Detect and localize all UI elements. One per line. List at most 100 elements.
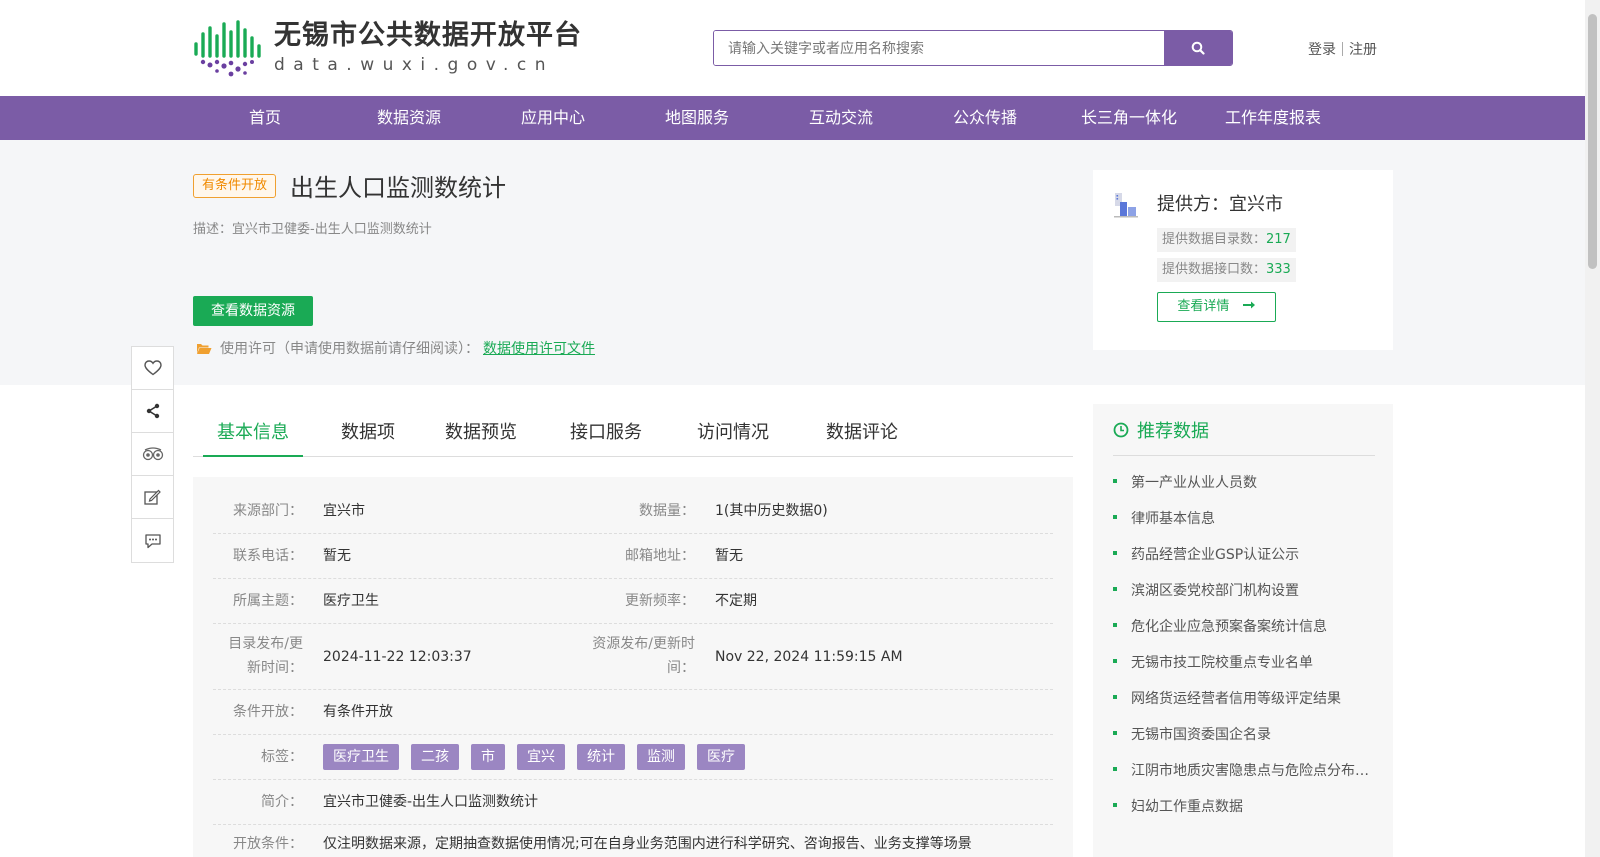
view-eyes-icon: [142, 447, 163, 461]
data-volume-value: 1(其中历史数据0): [715, 503, 828, 519]
source-dept-label: 来源部门：: [233, 503, 303, 519]
register-link[interactable]: 注册: [1349, 39, 1377, 59]
nav-item-annual-report[interactable]: 工作年度报表: [1201, 96, 1345, 140]
logo-title: 无锡市公共数据开放平台: [274, 20, 582, 51]
tags-label: 标签：: [261, 749, 303, 765]
recommend-item[interactable]: 无锡市技工院校重点专业名单: [1113, 652, 1375, 672]
info-row: 开放条件： 仅注明数据来源，定期抽查数据使用情况;可在自身业务范围内进行科学研究…: [213, 825, 1053, 857]
tab-api-service[interactable]: 接口服务: [563, 410, 649, 457]
recommend-item[interactable]: 网络货运经营者信用等级评定结果: [1113, 688, 1375, 708]
share-button[interactable]: [132, 390, 173, 433]
resource-time-value: Nov 22, 2024 11:59:15 AM: [715, 649, 903, 665]
license-file-link[interactable]: 数据使用许可文件: [483, 338, 595, 358]
bullet-icon: [1113, 731, 1117, 735]
recommend-item[interactable]: 第一产业从业人员数: [1113, 472, 1375, 492]
provider-api-stat: 提供数据接口数：333: [1157, 258, 1296, 282]
view-count-button[interactable]: [132, 433, 173, 476]
catalog-time-label-line1: 目录发布/更: [228, 636, 303, 652]
site-logo[interactable]: 无锡市公共数据开放平台 data.wuxi.gov.cn: [192, 18, 582, 78]
provider-detail-label: 查看详情: [1177, 299, 1230, 314]
info-row: 简介： 宜兴市卫健委-出生人口监测数统计: [213, 780, 1053, 825]
catalog-time-label-line2: 新时间：: [247, 660, 303, 676]
api-count-label: 提供数据接口数：: [1162, 262, 1267, 277]
nav-item-yangtze-delta[interactable]: 长三角一体化: [1057, 96, 1201, 140]
tag[interactable]: 医疗卫生: [323, 744, 399, 770]
phone-label: 联系电话：: [233, 548, 303, 564]
catalog-time-label: 目录发布/更 新时间：: [213, 632, 303, 680]
site-header: 无锡市公共数据开放平台 data.wuxi.gov.cn 登录 注册: [0, 0, 1585, 96]
recommend-header: 推荐数据: [1113, 404, 1375, 456]
phone-value: 暂无: [323, 548, 351, 564]
view-data-resource-button[interactable]: 查看数据资源: [193, 296, 313, 326]
dataset-description: 描述：宜兴市卫健委-出生人口监测数统计: [193, 222, 432, 237]
nav-item-interaction[interactable]: 互动交流: [769, 96, 913, 140]
email-label: 邮箱地址：: [625, 548, 695, 564]
tag[interactable]: 宜兴: [517, 744, 565, 770]
tag[interactable]: 医疗: [697, 744, 745, 770]
recommend-item[interactable]: 无锡市国资委国企名录: [1113, 724, 1375, 744]
auth-divider: [1342, 42, 1343, 56]
side-toolbar: [131, 346, 174, 563]
tab-data-preview[interactable]: 数据预览: [438, 410, 524, 457]
search-button[interactable]: [1164, 31, 1232, 65]
tab-access-stats[interactable]: 访问情况: [690, 410, 776, 457]
recommend-item[interactable]: 药品经营企业GSP认证公示: [1113, 544, 1375, 564]
provider-catalog-stat: 提供数据目录数：217: [1157, 228, 1296, 252]
scrollbar-thumb[interactable]: [1588, 14, 1597, 269]
bullet-icon: [1113, 479, 1117, 483]
page-scrollbar[interactable]: [1585, 0, 1600, 857]
bullet-icon: [1113, 767, 1117, 771]
info-row: 目录发布/更 新时间： 2024-11-22 12:03:37 资源发布/更新时…: [213, 624, 1053, 690]
resource-time-label: 资源发布/更新时 间：: [583, 632, 695, 680]
recommend-item[interactable]: 律师基本信息: [1113, 508, 1375, 528]
recommend-item[interactable]: 妇幼工作重点数据: [1113, 796, 1375, 816]
comment-button[interactable]: [132, 519, 173, 562]
tab-data-items[interactable]: 数据项: [328, 410, 408, 457]
heart-icon: [143, 360, 162, 376]
tag[interactable]: 监测: [637, 744, 685, 770]
summary-label: 简介：: [261, 794, 303, 810]
favorite-button[interactable]: [132, 347, 173, 390]
tab-basic-info[interactable]: 基本信息: [203, 410, 303, 457]
api-count: 333: [1266, 262, 1291, 277]
provider-detail-button[interactable]: 查看详情: [1157, 292, 1276, 322]
auth-links: 登录 注册: [1308, 39, 1377, 59]
tag-list: 医疗卫生 二孩市宜兴 统计 监测 医疗: [323, 744, 757, 770]
logo-mark-icon: [194, 20, 261, 77]
data-volume-label: 数据量：: [639, 503, 695, 519]
info-row: 条件开放： 有条件开放: [213, 690, 1053, 735]
bullet-icon: [1113, 587, 1117, 591]
nav-item-app-center[interactable]: 应用中心: [481, 96, 625, 140]
recommend-title: 推荐数据: [1137, 420, 1209, 442]
login-link[interactable]: 登录: [1308, 39, 1336, 59]
nav-item-home[interactable]: 首页: [193, 96, 337, 140]
recommend-item[interactable]: 滨湖区委党校部门机构设置: [1113, 580, 1375, 600]
basic-info-panel: 来源部门： 宜兴市 数据量： 1(其中历史数据0) 联系电话： 暂无 邮箱地址：…: [193, 477, 1073, 857]
info-row: 所属主题： 医疗卫生 更新频率： 不定期: [213, 579, 1053, 624]
search-icon: [1191, 41, 1205, 55]
topic-label: 所属主题：: [233, 593, 303, 609]
edit-button[interactable]: [132, 476, 173, 519]
building-icon: [1114, 193, 1138, 218]
tab-data-comments[interactable]: 数据评论: [819, 410, 905, 457]
bullet-icon: [1113, 623, 1117, 627]
topic-value: 医疗卫生: [323, 593, 379, 609]
open-terms-value: 仅注明数据来源，定期抽查数据使用情况;可在自身业务范围内进行科学研究、咨询报告、…: [323, 836, 972, 852]
recommend-item[interactable]: 江阴市地质灾害隐患点与危险点分布信息: [1113, 760, 1375, 780]
nav-item-data-resources[interactable]: 数据资源: [337, 96, 481, 140]
email-value: 暂无: [715, 548, 743, 564]
bullet-icon: [1113, 515, 1117, 519]
search-input[interactable]: [714, 31, 1164, 65]
nav-item-public-communication[interactable]: 公众传播: [913, 96, 1057, 140]
catalog-count: 217: [1266, 232, 1291, 247]
open-terms-label: 开放条件：: [233, 836, 303, 852]
catalog-time-value: 2024-11-22 12:03:37: [323, 649, 472, 665]
tag[interactable]: 统计: [577, 744, 625, 770]
info-row: 标签： 医疗卫生 二孩市宜兴 统计 监测 医疗: [213, 735, 1053, 780]
recommend-item[interactable]: 危化企业应急预案备案统计信息: [1113, 616, 1375, 636]
update-frequency-value: 不定期: [715, 593, 757, 609]
resource-time-label-line2: 间：: [667, 660, 695, 676]
tag[interactable]: 二孩: [411, 744, 459, 770]
tag[interactable]: 市: [471, 744, 505, 770]
nav-item-map-service[interactable]: 地图服务: [625, 96, 769, 140]
